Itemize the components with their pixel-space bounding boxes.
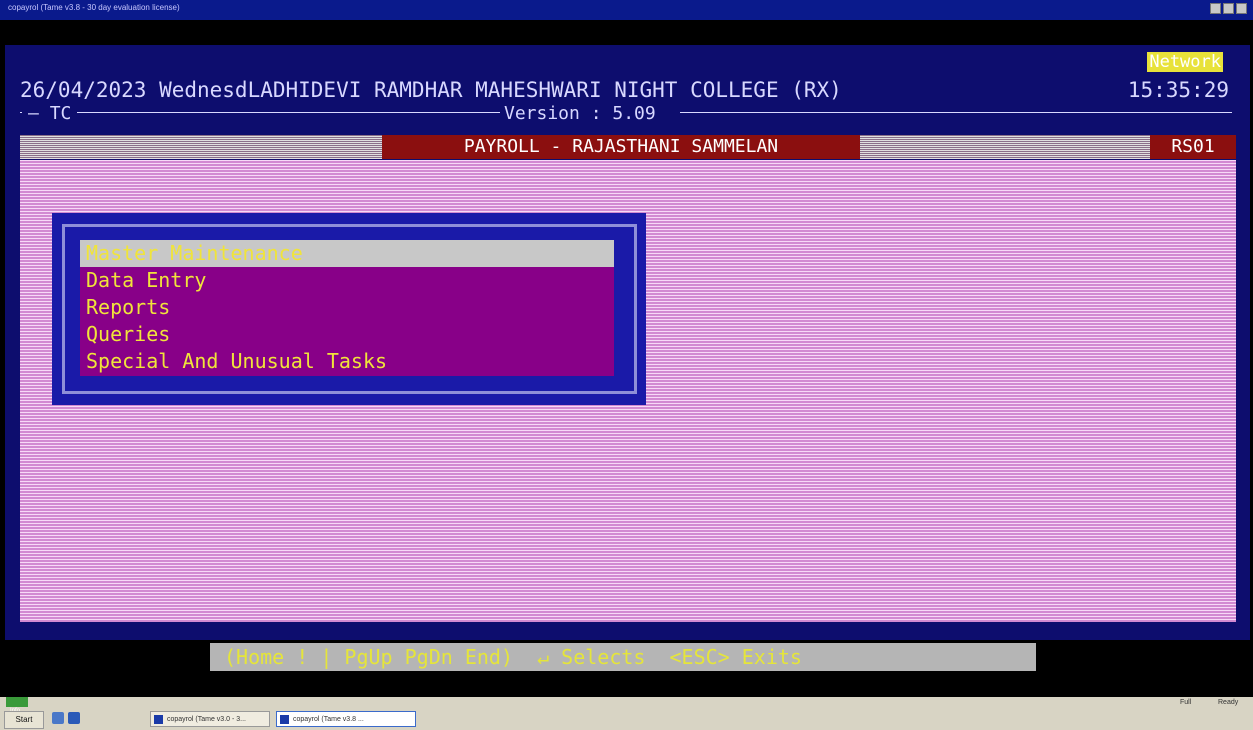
task-button-2[interactable]: copayrol (Tame v3.8 ...: [276, 711, 416, 727]
window-titlebar[interactable]: copayrol (Tame v3.8 - 30 day evaluation …: [0, 0, 1253, 20]
task-button-1[interactable]: copayrol (Tame v3.0 - 3...: [150, 711, 270, 727]
menu-item-reports[interactable]: Reports: [80, 294, 614, 321]
taskbar: Info Start copayrol (Tame v3.0 - 3... co…: [0, 697, 1253, 730]
task-label: copayrol (Tame v3.8 ...: [293, 716, 364, 723]
window-controls: [1210, 3, 1247, 14]
quicklaunch-desktop-icon[interactable]: [52, 712, 64, 724]
status-right: Ready: [1218, 699, 1239, 706]
app-icon: [154, 715, 163, 724]
main-menu: Master Maintenance Data Entry Reports Qu…: [80, 240, 614, 376]
maximize-button[interactable]: [1223, 3, 1234, 14]
start-button[interactable]: Start: [4, 711, 44, 729]
menu-item-data-entry[interactable]: Data Entry: [80, 267, 614, 294]
minimize-button[interactable]: [1210, 3, 1221, 14]
menu-item-special-tasks[interactable]: Special And Unusual Tasks: [80, 348, 614, 375]
left-label-text: TC: [49, 103, 72, 124]
clock: 15:35:29: [1127, 78, 1229, 102]
header-rule-left: [20, 112, 500, 113]
date-college-header: 26/04/2023 WednesdLADHIDEVI RAMDHAR MAHE…: [20, 78, 842, 102]
header-rule-right: [680, 112, 1232, 113]
task-label: copayrol (Tame v3.0 - 3...: [167, 716, 246, 723]
tray-tab: Info: [6, 697, 28, 714]
close-button[interactable]: [1236, 3, 1247, 14]
app-banner: PAYROLL - RAJASTHANI SAMMELAN: [382, 135, 860, 159]
version-label: Version : 5.09: [502, 103, 658, 124]
quicklaunch-browser-icon[interactable]: [68, 712, 80, 724]
company-code: RS01: [1150, 135, 1236, 159]
left-label: — TC: [22, 103, 78, 124]
key-help-bar: (Home ! | PgUp PgDn End) ↵ Selects <ESC>…: [210, 643, 1036, 671]
status-left: Full: [1180, 699, 1192, 706]
app-icon: [280, 715, 289, 724]
window-title: copayrol (Tame v3.8 - 30 day evaluation …: [8, 3, 180, 12]
menu-item-master-maintenance[interactable]: Master Maintenance: [80, 240, 614, 267]
menu-item-queries[interactable]: Queries: [80, 321, 614, 348]
network-indicator: Network: [1147, 52, 1223, 72]
